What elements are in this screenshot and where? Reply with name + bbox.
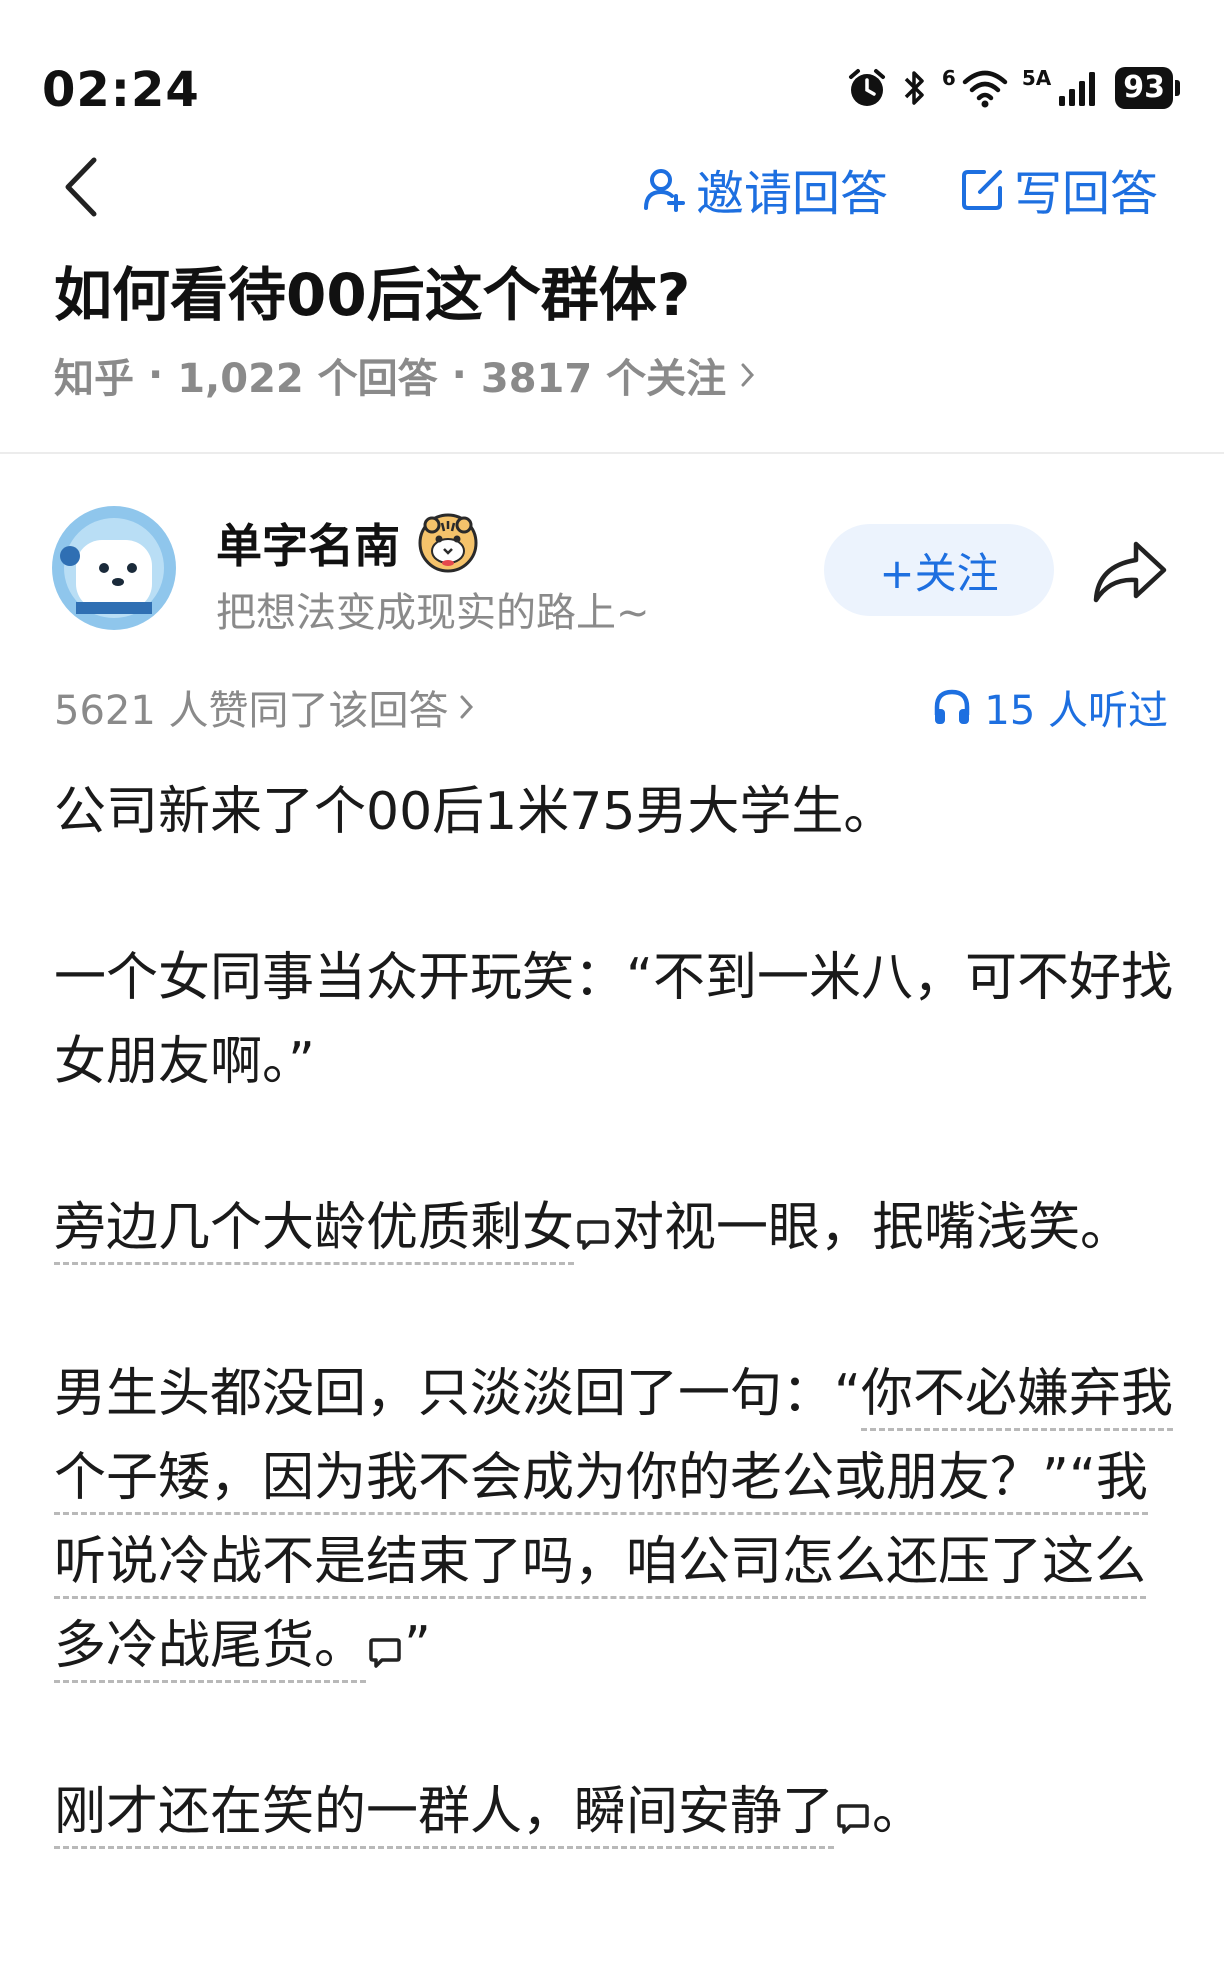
- answer-paragraph: 公司新来了个00后1米75男大学生。: [54, 782, 896, 842]
- answer-paragraph: 一个女同事当众开玩笑：“不到一米八，可不好找女朋友啊。”: [54, 948, 1173, 1092]
- share-icon[interactable]: [1090, 536, 1170, 608]
- highlighted-comment-text[interactable]: 刚才还在笑的一群人，瞬间安静了: [54, 1782, 835, 1849]
- follow-count: 3817 个关注: [480, 356, 727, 402]
- signal-icon: [1059, 72, 1096, 106]
- signal-label: 5A: [1021, 66, 1052, 90]
- answer-count: 1,022 个回答: [177, 356, 438, 402]
- author-name: 单字名南: [216, 519, 400, 573]
- status-time: 02:24: [42, 62, 200, 118]
- headphone-icon: [935, 689, 970, 724]
- avatar[interactable]: [52, 506, 176, 630]
- comment-icon[interactable]: [368, 1635, 402, 1669]
- author-name-row[interactable]: 单字名南: [216, 510, 478, 576]
- comment-icon[interactable]: [836, 1801, 870, 1835]
- chevron-right-icon: [741, 363, 755, 387]
- chevron-right-icon: [460, 695, 473, 719]
- answer-text: ”: [404, 1616, 431, 1676]
- answer-text: 。: [872, 1782, 925, 1842]
- meta-separator: ·: [148, 352, 164, 398]
- answer-paragraph: 男生头都没回，只淡淡回了一句：“你不必嫌弃我个子矮，因为我不会成为你的老公或朋友…: [54, 1352, 1174, 1688]
- answer-paragraph: 刚才还在笑的一群人，瞬间安静了。: [54, 1770, 1174, 1854]
- invite-answer-button[interactable]: 邀请回答: [642, 154, 888, 224]
- avatar-image: [52, 506, 176, 630]
- back-arrow-icon[interactable]: [58, 152, 108, 222]
- section-divider: [0, 452, 1224, 454]
- battery-indicator: 93: [1115, 67, 1180, 109]
- invite-person-icon: [644, 169, 685, 212]
- highlighted-comment-text[interactable]: 旁边几个大龄优质剩女: [54, 1198, 575, 1265]
- listen-button[interactable]: 15 人听过: [932, 678, 1168, 736]
- status-bar: 02:24 6 5A 93: [0, 0, 1224, 150]
- battery-level: 93: [1115, 67, 1173, 109]
- wifi-label: 6: [941, 66, 956, 90]
- answer-content: 公司新来了个00后1米75男大学生。 一个女同事当众开玩笑：“不到一米八，可不好…: [54, 770, 1174, 1936]
- answer-text: 男生头都没回，只淡淡回了一句：“: [54, 1364, 861, 1424]
- top-nav: 邀请回答 写回答: [0, 140, 1224, 230]
- invite-answer-label: 邀请回答: [696, 166, 889, 222]
- answer-text: 对视一眼，抿嘴浅笑。: [612, 1198, 1133, 1258]
- status-icons: 6 5A 93: [846, 66, 1180, 110]
- vote-summary[interactable]: 5621 人赞同了该回答: [54, 678, 475, 736]
- wifi-icon: [962, 70, 1008, 108]
- question-title[interactable]: 如何看待00后这个群体?: [54, 248, 690, 332]
- alarm-icon: [848, 69, 885, 106]
- comment-icon[interactable]: [576, 1217, 610, 1251]
- tiger-badge-icon: [418, 513, 478, 573]
- write-answer-button[interactable]: 写回答: [960, 154, 1158, 224]
- listen-count: 15 人听过: [984, 688, 1168, 734]
- vote-count: 5621 人赞同了该回答: [54, 688, 449, 734]
- bluetooth-icon: [904, 71, 924, 105]
- edit-icon: [962, 170, 1002, 210]
- author-bio: 把想法变成现实的路上~: [216, 590, 650, 636]
- battery-cap: [1175, 80, 1180, 96]
- follow-button[interactable]: +关注: [824, 524, 1054, 616]
- write-answer-label: 写回答: [1014, 166, 1159, 222]
- meta-separator: ·: [451, 352, 467, 398]
- question-source: 知乎: [54, 356, 134, 402]
- answer-paragraph: 旁边几个大龄优质剩女 对视一眼，抿嘴浅笑。: [54, 1186, 1174, 1270]
- question-meta[interactable]: 知乎 · 1,022 个回答 · 3817 个关注: [54, 346, 756, 404]
